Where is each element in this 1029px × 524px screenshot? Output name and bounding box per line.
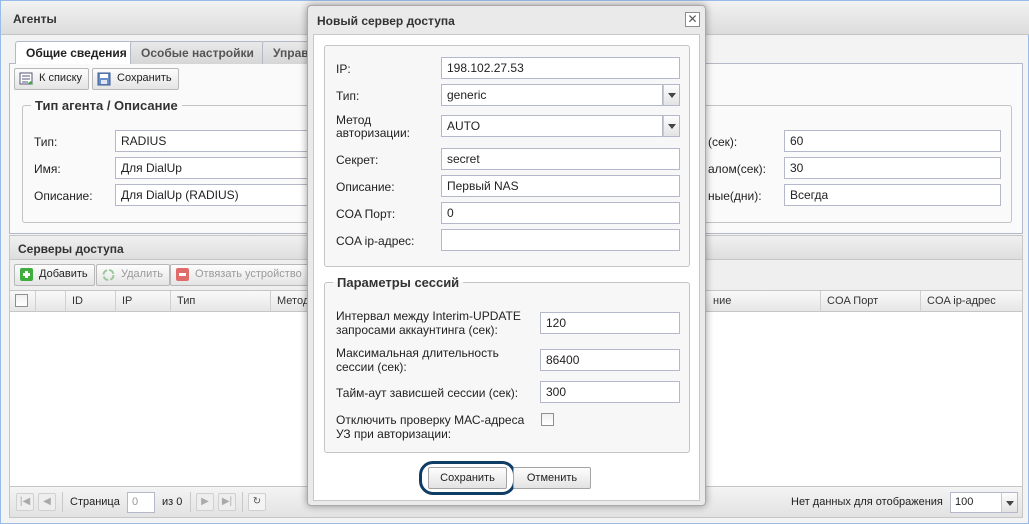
dialog-title: Новый сервер доступа bbox=[317, 14, 455, 28]
close-icon[interactable]: ✕ bbox=[685, 12, 700, 27]
delete-label: Удалить bbox=[121, 268, 163, 280]
col-ip[interactable]: IP bbox=[116, 291, 171, 311]
col-type[interactable]: Тип bbox=[171, 291, 271, 311]
page-size-select[interactable]: 100 bbox=[950, 492, 1002, 513]
agent-desc-field[interactable]: Для DialUp (RADIUS) bbox=[115, 184, 315, 206]
add-icon bbox=[20, 268, 33, 281]
col-description[interactable]: ние bbox=[707, 291, 821, 311]
paging-separator bbox=[62, 492, 63, 512]
right-field-2-label: алом(сек): bbox=[708, 162, 766, 176]
chevron-down-icon[interactable] bbox=[1001, 492, 1018, 513]
col-coa-ip[interactable]: COA ip-адрес bbox=[921, 291, 1022, 311]
page-number-input[interactable]: 0 bbox=[127, 492, 155, 513]
ip-field[interactable]: 198.102.27.53 bbox=[441, 57, 680, 79]
col-spacer bbox=[36, 291, 66, 311]
back-to-list-button[interactable]: К списку bbox=[14, 68, 90, 90]
last-page-icon[interactable]: ▶| bbox=[218, 493, 236, 511]
delete-button[interactable]: Удалить bbox=[96, 264, 170, 286]
save-button[interactable]: Сохранить bbox=[92, 68, 179, 90]
paging-separator bbox=[242, 492, 243, 512]
agent-type-legend: Тип агента / Описание bbox=[35, 98, 178, 113]
new-access-server-dialog: Новый сервер доступа ✕ IP: 198.102.27.53… bbox=[307, 5, 706, 506]
coa-ip-label: COA ip-адрес: bbox=[336, 234, 415, 248]
page-count-label: из 0 bbox=[162, 496, 183, 508]
coa-port-label: COA Порт: bbox=[336, 207, 396, 221]
dialog-body: IP: 198.102.27.53 Тип: generic Метод авт… bbox=[313, 34, 700, 501]
auth-method-label: Метод авторизации: bbox=[336, 113, 410, 140]
select-all-checkbox[interactable] bbox=[15, 294, 28, 307]
session-timeout-field[interactable]: 300 bbox=[540, 381, 680, 403]
right-field-3-label: ные(дни): bbox=[708, 189, 762, 203]
agent-desc-label: Описание: bbox=[34, 189, 93, 203]
right-field-1-label: (сек): bbox=[708, 135, 738, 149]
unbind-device-label: Отвязать устройство bbox=[195, 268, 302, 280]
auth-method-select[interactable]: AUTO bbox=[441, 115, 663, 137]
agent-type-label: Тип: bbox=[34, 135, 58, 149]
ip-label: IP: bbox=[336, 62, 351, 76]
col-coa-port[interactable]: COA Порт bbox=[821, 291, 921, 311]
session-params-legend: Параметры сессий bbox=[337, 275, 460, 290]
list-icon bbox=[19, 72, 33, 85]
agent-type-field[interactable]: RADIUS bbox=[115, 130, 315, 152]
disable-mac-check-label: Отключить проверку МАС-адреса УЗ при авт… bbox=[336, 413, 525, 441]
unbind-device-button[interactable]: Отвязать устройство bbox=[170, 264, 309, 286]
coa-ip-field[interactable] bbox=[441, 229, 680, 251]
coa-port-field[interactable]: 0 bbox=[441, 202, 680, 224]
paging-separator bbox=[190, 492, 191, 512]
remove-icon bbox=[176, 268, 189, 281]
max-session-field[interactable]: 86400 bbox=[540, 349, 680, 371]
interim-interval-label: Интервал между Interim-UPDATE запросами … bbox=[336, 309, 521, 337]
max-session-label: Максимальная длительность сессии (сек): bbox=[336, 346, 499, 374]
session-timeout-label: Тайм-аут зависшей сессии (сек): bbox=[336, 386, 519, 400]
chevron-down-icon[interactable] bbox=[663, 115, 680, 137]
add-button[interactable]: Добавить bbox=[14, 264, 95, 286]
empty-text: Нет данных для отображения bbox=[791, 496, 943, 508]
tab-special-settings[interactable]: Особые настройки bbox=[130, 41, 265, 64]
col-id[interactable]: ID bbox=[66, 291, 116, 311]
back-to-list-label: К списку bbox=[39, 72, 83, 84]
right-field-3[interactable]: Всегда bbox=[784, 184, 1001, 206]
recycle-icon bbox=[102, 269, 115, 281]
refresh-icon[interactable]: ↻ bbox=[248, 493, 266, 511]
disable-mac-check-checkbox[interactable] bbox=[541, 413, 554, 426]
secret-label: Секрет: bbox=[336, 153, 379, 167]
description-label: Описание: bbox=[336, 180, 395, 194]
chevron-down-icon[interactable] bbox=[663, 84, 680, 106]
interim-interval-field[interactable]: 120 bbox=[540, 312, 680, 334]
agent-name-field[interactable]: Для DialUp bbox=[115, 157, 315, 179]
right-field-2[interactable]: 30 bbox=[784, 157, 1001, 179]
tab-general[interactable]: Общие сведения bbox=[15, 41, 138, 65]
dialog-cancel-button[interactable]: Отменить bbox=[513, 467, 591, 489]
agent-name-label: Имя: bbox=[34, 162, 61, 176]
secret-field[interactable]: secret bbox=[441, 148, 680, 170]
save-icon bbox=[97, 72, 111, 86]
dialog-save-button[interactable]: Сохранить bbox=[428, 467, 507, 489]
save-label: Сохранить bbox=[117, 72, 172, 84]
page-label: Страница bbox=[70, 496, 120, 508]
add-label: Добавить bbox=[39, 268, 88, 280]
prev-page-icon[interactable]: ◀ bbox=[38, 493, 56, 511]
next-page-icon[interactable]: ▶ bbox=[196, 493, 214, 511]
first-page-icon[interactable]: |◀ bbox=[16, 493, 34, 511]
select-all-cell bbox=[10, 291, 36, 311]
right-field-1[interactable]: 60 bbox=[784, 130, 1001, 152]
description-field[interactable]: Первый NAS bbox=[441, 175, 680, 197]
type-label: Тип: bbox=[336, 89, 360, 103]
type-select[interactable]: generic bbox=[441, 84, 663, 106]
